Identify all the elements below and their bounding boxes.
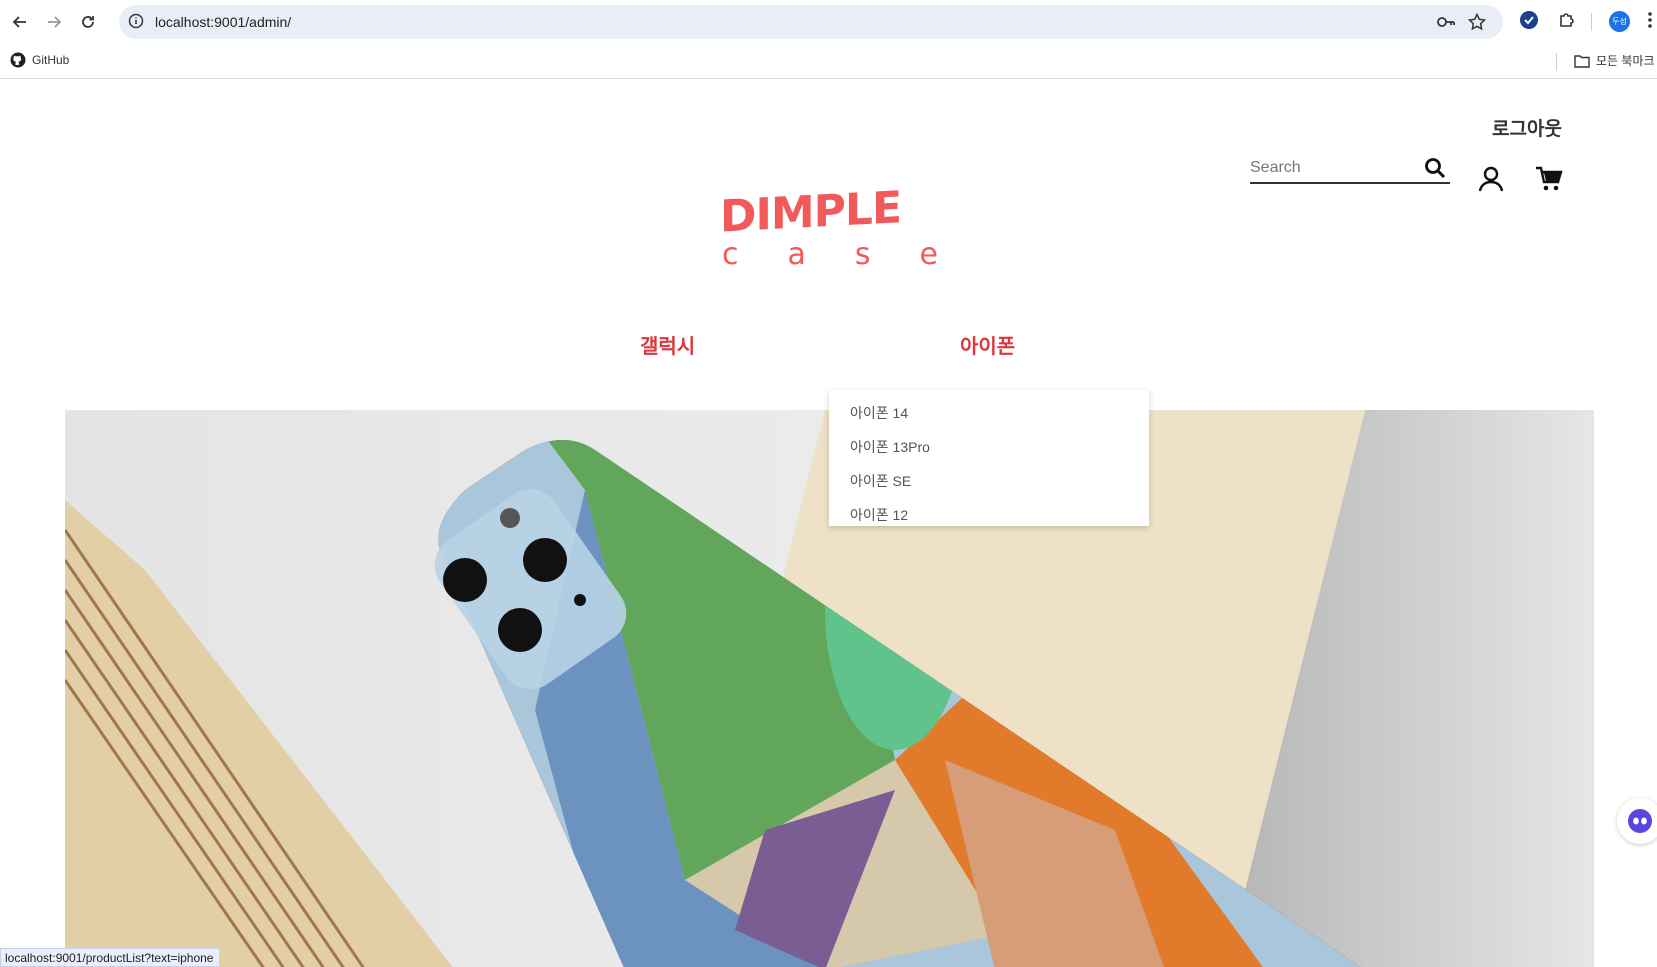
address-bar[interactable]: localhost:9001/admin/ xyxy=(119,5,1503,39)
extension-check-icon[interactable] xyxy=(1519,10,1539,35)
bookmark-all-label: 모든 북마크 xyxy=(1596,54,1655,68)
forward-arrow-icon xyxy=(48,16,62,28)
dropdown-item-iphone-14[interactable]: 아이폰 14 xyxy=(829,396,1149,430)
back-arrow-icon xyxy=(12,16,26,28)
search-input[interactable] xyxy=(1250,156,1410,180)
chatbot-face-icon xyxy=(1628,809,1652,833)
dropdown-item-iphone-12[interactable]: 아이폰 12 xyxy=(829,498,1149,532)
status-bar-url: localhost:9001/productList?text=iphone xyxy=(0,948,221,967)
extensions-puzzle-icon[interactable] xyxy=(1557,10,1577,35)
chat-button[interactable] xyxy=(1617,798,1657,844)
dimple-case-logo[interactable]: DIMPLE c a s e xyxy=(720,182,940,278)
reload-button[interactable] xyxy=(76,10,100,34)
category-nav: 갤럭시 아이폰 xyxy=(0,330,1657,370)
iphone-dropdown-menu: 아이폰 14 아이폰 13Pro 아이폰 SE 아이폰 12 xyxy=(829,390,1149,526)
logo-letter: a xyxy=(787,237,806,272)
more-menu-icon[interactable] xyxy=(1647,10,1653,35)
nav-item-iphone[interactable]: 아이폰 xyxy=(960,330,1015,359)
user-icon[interactable] xyxy=(1478,166,1504,197)
logo-letter: c xyxy=(722,237,739,272)
back-button[interactable] xyxy=(8,10,32,34)
dropdown-item-iphone-13pro[interactable]: 아이폰 13Pro xyxy=(829,430,1149,464)
bookmarks-separator xyxy=(1556,53,1557,71)
url-text: localhost:9001/admin/ xyxy=(155,14,292,30)
logo-letter: s xyxy=(854,237,871,272)
toolbar-separator xyxy=(1591,13,1592,31)
search-box xyxy=(1250,154,1450,184)
github-icon xyxy=(10,52,26,68)
logo-wordmark-top: DIMPLE xyxy=(720,182,902,243)
logo-wordmark-bottom: c a s e xyxy=(720,238,940,272)
profile-avatar[interactable]: 두성 xyxy=(1609,11,1630,32)
folder-icon xyxy=(1574,54,1590,68)
bookmark-all-folder[interactable]: 모든 북마크 xyxy=(1574,52,1655,69)
cart-icon[interactable] xyxy=(1535,166,1563,197)
bookmark-star-icon[interactable] xyxy=(1467,12,1487,36)
search-icon[interactable] xyxy=(1424,157,1446,184)
dropdown-item-iphone-se[interactable]: 아이폰 SE xyxy=(829,464,1149,498)
password-key-icon[interactable] xyxy=(1436,13,1456,36)
site-info-icon[interactable] xyxy=(128,13,144,34)
bookmarks-bar: GitHub 모든 북마크 xyxy=(0,44,1657,79)
bookmark-github[interactable]: GitHub xyxy=(10,52,69,68)
reload-icon xyxy=(82,16,94,28)
logo-letter: e xyxy=(919,237,938,272)
nav-item-galaxy[interactable]: 갤럭시 xyxy=(640,330,695,359)
bookmark-github-label: GitHub xyxy=(32,53,70,67)
browser-toolbar: localhost:9001/admin/ 두성 xyxy=(0,0,1657,44)
forward-button[interactable] xyxy=(42,10,66,34)
logout-link[interactable]: 로그아웃 xyxy=(1492,114,1562,141)
page-content: 로그아웃 DIMPLE c a s e 갤럭시 아이폰 xyxy=(0,80,1657,967)
